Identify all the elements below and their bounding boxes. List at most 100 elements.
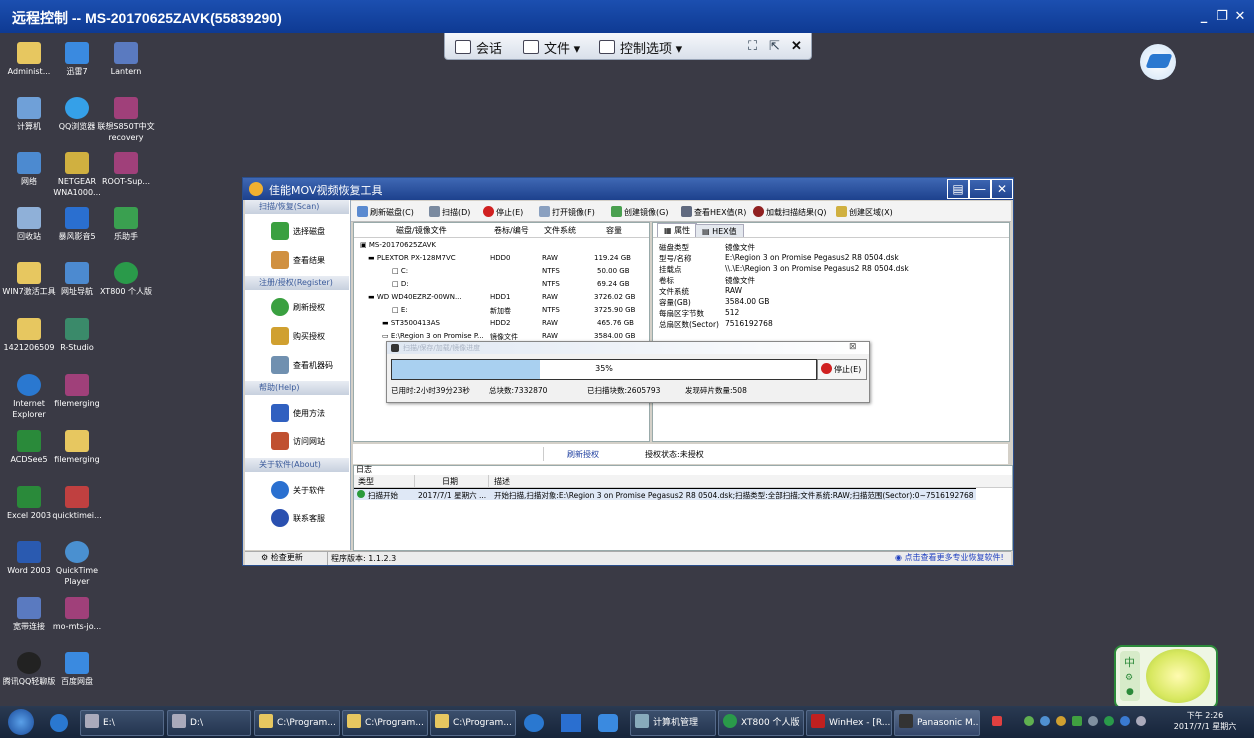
widget-dot-icon[interactable]: ●: [1126, 687, 1134, 697]
scan-button[interactable]: 扫描(D): [429, 206, 470, 218]
tray-shield-icon[interactable]: [1072, 716, 1082, 726]
log-row[interactable]: 扫描开始 2017/7/1 星期六 ... 开始扫描,扫描对象:E:\Regio…: [354, 488, 976, 500]
desktop-icon-lenovo-recovery[interactable]: 联想S850T中文recovery: [97, 97, 155, 143]
howto-button[interactable]: 使用方法: [271, 404, 325, 422]
ie-icon: [65, 262, 89, 284]
col-disk[interactable]: 磁盘/镜像文件: [396, 225, 447, 236]
table-row[interactable]: ▬ PLEXTOR PX-128M7VC: [368, 254, 456, 262]
baofeng-icon[interactable]: [561, 714, 581, 732]
tab-hex[interactable]: ▤ HEX值: [695, 224, 744, 238]
desktop-icon-baidu[interactable]: 百度网盘: [48, 652, 106, 687]
language-indicator[interactable]: 中: [1124, 654, 1135, 670]
app-close-icon[interactable]: ✕: [991, 179, 1013, 199]
control-menu[interactable]: 控制选项 ▾: [599, 38, 682, 57]
create-region-button[interactable]: 创建区域(X): [836, 206, 893, 218]
task-drive-d[interactable]: D:\: [167, 710, 251, 736]
contact-button[interactable]: 联系客服: [271, 509, 325, 527]
buy-auth-button[interactable]: 购买授权: [271, 327, 325, 345]
open-image-button[interactable]: 打开镜像(F): [539, 206, 595, 218]
pin-icon[interactable]: ⇱: [769, 38, 780, 54]
row-name: E:: [400, 306, 408, 314]
tray-network-icon[interactable]: [1088, 716, 1098, 726]
stop-button[interactable]: 停止(E): [483, 206, 523, 218]
chat-button[interactable]: 会话: [455, 38, 502, 57]
refresh-auth-link[interactable]: 刷新授权: [567, 449, 599, 460]
view-result-button[interactable]: 查看结果: [271, 251, 325, 269]
fullscreen-icon[interactable]: ⛶: [748, 38, 757, 54]
desktop-icon-root[interactable]: ROOT-Sup...: [97, 152, 155, 187]
table-row[interactable]: ▭ E:\Region 3 on Promise P...: [382, 332, 484, 340]
log-col-desc[interactable]: 描述: [494, 476, 510, 487]
section-register[interactable]: 注册/授权(Register): [245, 276, 349, 290]
tray-xt800-icon[interactable]: [1104, 716, 1114, 726]
dialog-stop-button[interactable]: 停止(E): [817, 359, 867, 380]
create-image-button[interactable]: 创建镜像(G): [611, 206, 668, 218]
col-fs[interactable]: 文件系统: [544, 225, 576, 236]
tray-volume-icon[interactable]: [1136, 716, 1146, 726]
about-button[interactable]: 关于软件: [271, 481, 325, 499]
app-menu-icon[interactable]: ▤: [947, 179, 969, 199]
table-row[interactable]: ▬ WD WD40EZRZ-00WN...: [368, 293, 462, 301]
minimize-icon[interactable]: _: [1196, 9, 1212, 25]
table-row[interactable]: ▬ ST3500413AS: [382, 319, 440, 327]
ime-widget[interactable]: 中 ⚙ ●: [1114, 645, 1218, 709]
desktop-icon-filemerging2[interactable]: filemerging: [48, 430, 106, 465]
desktop-icon-quicktime[interactable]: QuickTime Player: [48, 541, 106, 587]
promo-link[interactable]: ◉ 点击查看更多专业恢复软件!: [895, 552, 1004, 563]
col-capacity[interactable]: 容量: [606, 225, 622, 236]
table-row[interactable]: □ D:: [392, 280, 409, 288]
desktop-icon-mo-mts[interactable]: mo-mts-jo...: [48, 597, 106, 632]
task-folder-1[interactable]: C:\Program...: [254, 710, 340, 736]
tray-green-icon[interactable]: [1024, 716, 1034, 726]
ie-icon[interactable]: [50, 714, 68, 732]
table-row[interactable]: □ C:: [392, 267, 408, 275]
task-drive-e[interactable]: E:\: [80, 710, 164, 736]
file-menu[interactable]: 文件 ▾: [523, 38, 580, 57]
hex-button[interactable]: 查看HEX值(R): [681, 206, 746, 218]
check-update-button[interactable]: ⚙ 检查更新: [261, 552, 303, 563]
task-panasonic[interactable]: Panasonic M...: [894, 710, 980, 736]
table-row[interactable]: ▣ MS-20170625ZAVK: [360, 241, 436, 249]
tray-s-icon[interactable]: [992, 716, 1002, 726]
toolbar-close-icon[interactable]: ✕: [791, 38, 802, 54]
task-xt800[interactable]: XT800 个人版: [718, 710, 804, 736]
section-about[interactable]: 关于软件(About): [245, 458, 349, 472]
app-minimize-icon[interactable]: —: [969, 179, 991, 199]
qq-browser-icon[interactable]: [524, 714, 544, 732]
icon-label: XT800 个人版: [99, 287, 153, 296]
dialog-close-icon[interactable]: ⊠: [849, 342, 857, 352]
col-label[interactable]: 卷标/编号: [494, 225, 529, 236]
baidu-cloud-icon[interactable]: [598, 714, 618, 732]
tray-blue-icon[interactable]: [1040, 716, 1050, 726]
clock[interactable]: 下午 2:26 2017/7/1 星期六: [1160, 710, 1250, 732]
task-computer-manage[interactable]: 计算机管理: [630, 710, 716, 736]
table-row[interactable]: □ E:: [392, 306, 408, 314]
section-help[interactable]: 帮助(Help): [245, 381, 349, 395]
tray-yellow-icon[interactable]: [1056, 716, 1066, 726]
task-folder-2[interactable]: C:\Program...: [342, 710, 428, 736]
desktop-icon-quicktimei[interactable]: quicktimei...: [48, 486, 106, 521]
refresh-auth-button[interactable]: 刷新授权: [271, 298, 325, 316]
tab-attributes[interactable]: ▦ 属性: [657, 223, 698, 237]
bird-logo-icon[interactable]: [1140, 44, 1176, 80]
refresh-disk-button[interactable]: 刷新磁盘(C): [357, 206, 414, 218]
log-col-date[interactable]: 日期: [442, 476, 458, 487]
view-code-button[interactable]: 查看机器码: [271, 356, 333, 374]
tray-wifi-icon[interactable]: [1120, 716, 1130, 726]
restore-icon[interactable]: ❐: [1214, 9, 1230, 25]
task-winhex[interactable]: WinHex - [R...: [806, 710, 892, 736]
load-result-button[interactable]: 加载扫描结果(Q): [753, 206, 827, 218]
desktop-icon-rstudio[interactable]: R-Studio: [48, 318, 106, 353]
close-icon[interactable]: ✕: [1232, 9, 1248, 25]
desktop-icon-xt800[interactable]: XT800 个人版: [97, 262, 155, 297]
select-disk-button[interactable]: 选择磁盘: [271, 222, 325, 240]
desktop-icon-lezhushou[interactable]: 乐助手: [97, 207, 155, 242]
widget-settings-icon[interactable]: ⚙: [1125, 673, 1133, 683]
desktop-icon-filemerging1[interactable]: filemerging: [48, 374, 106, 409]
section-scan[interactable]: 扫描/恢复(Scan): [245, 200, 349, 214]
task-folder-3[interactable]: C:\Program...: [430, 710, 516, 736]
start-button[interactable]: [8, 709, 34, 735]
visit-site-button[interactable]: 访问网站: [271, 432, 325, 450]
desktop-icon-lantern[interactable]: Lantern: [97, 42, 155, 77]
log-col-type[interactable]: 类型: [358, 476, 374, 487]
